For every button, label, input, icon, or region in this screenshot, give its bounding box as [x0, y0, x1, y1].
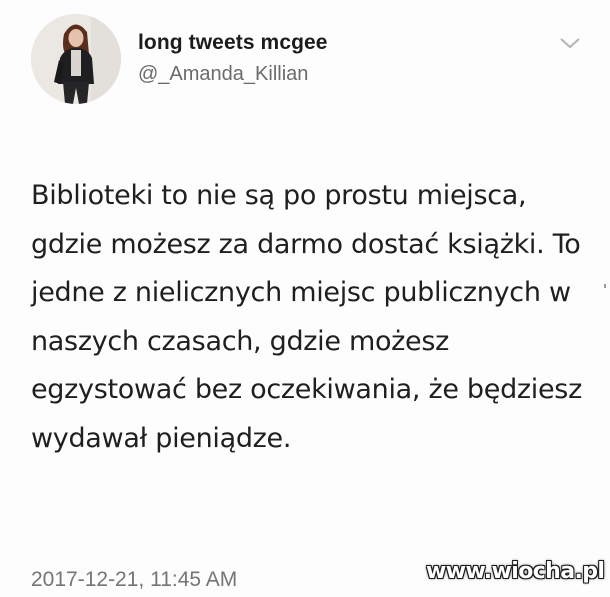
author-display-name[interactable]: long tweets mcgee — [138, 31, 328, 55]
profile-avatar[interactable] — [31, 14, 121, 104]
tweet-card: long tweets mcgee @_Amanda_Killian Bibli… — [0, 0, 610, 597]
chevron-down-icon[interactable] — [559, 36, 581, 50]
author-handle[interactable]: @_Amanda_Killian — [138, 63, 308, 86]
tweet-text: Biblioteki to nie są po prostu miejsca, … — [31, 180, 582, 454]
image-speck — [604, 284, 606, 288]
watermark-text: www.wiocha.pl — [426, 559, 605, 584]
profile-photo-icon — [31, 14, 121, 104]
tweet-timestamp[interactable]: 2017-12-21, 11:45 AM — [31, 568, 237, 592]
